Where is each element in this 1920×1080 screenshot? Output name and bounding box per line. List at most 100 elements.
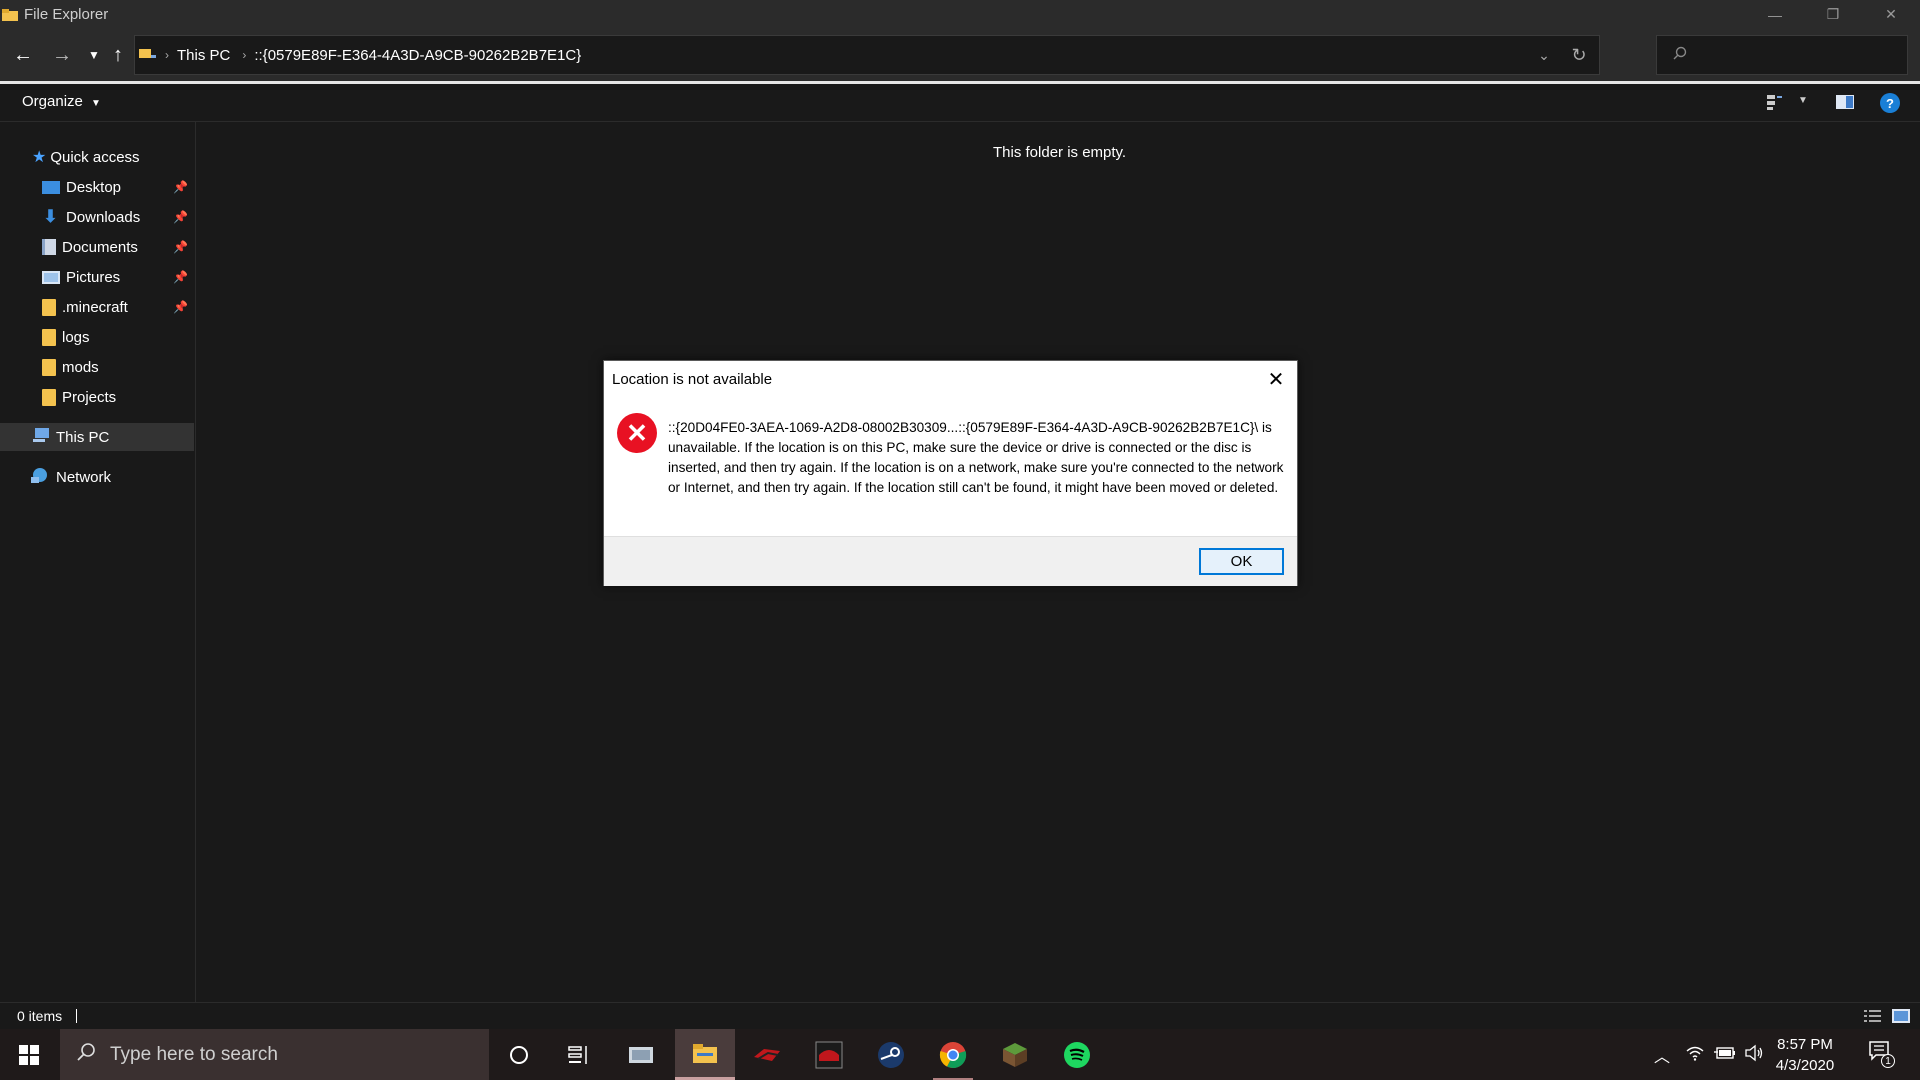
close-button[interactable]: ✕	[1862, 0, 1920, 29]
network-icon	[30, 466, 50, 488]
navigation-pane: ★ Quick access Desktop 📌 ⬇ Downloads 📌 D…	[0, 122, 196, 1002]
nav-item-label: Projects	[62, 388, 117, 406]
search-box[interactable]	[1656, 35, 1908, 75]
back-arrow-icon[interactable]: ←	[9, 41, 37, 69]
breadcrumb-separator-icon: ›	[242, 48, 247, 62]
breadcrumb-this-pc[interactable]: This PC	[177, 47, 230, 64]
view-options-icon[interactable]	[1766, 93, 1784, 116]
nav-item-downloads[interactable]: ⬇ Downloads 📌	[0, 203, 194, 231]
battery-icon[interactable]	[1714, 1046, 1736, 1065]
file-explorer-icon	[2, 8, 20, 22]
star-icon: ★	[32, 149, 47, 166]
minimize-button[interactable]: —	[1746, 0, 1804, 29]
minecraft-icon[interactable]	[985, 1029, 1045, 1080]
maximize-button[interactable]: ❐	[1804, 0, 1862, 29]
title-bar: File Explorer — ❐ ✕	[0, 0, 1920, 29]
chrome-icon[interactable]	[923, 1029, 983, 1080]
nav-item-label: Pictures	[66, 268, 121, 286]
item-count: 0 items	[17, 1008, 63, 1024]
nav-item-label: logs	[62, 328, 90, 346]
status-bar: 0 items	[0, 1002, 1920, 1029]
computer-icon	[32, 427, 50, 447]
forward-arrow-icon[interactable]: →	[48, 41, 76, 69]
nav-network-label: Network	[56, 468, 112, 486]
start-button[interactable]	[0, 1029, 58, 1080]
racing-game-icon[interactable]	[799, 1029, 859, 1080]
location-icon	[139, 46, 157, 64]
error-dialog: Location is not available ✕ ✕ ::{20D04FE…	[603, 360, 1298, 586]
documents-icon	[42, 239, 56, 255]
nav-item-label: Documents	[62, 238, 138, 256]
action-center-icon[interactable]: 1	[1868, 1040, 1895, 1068]
steam-icon[interactable]	[861, 1029, 921, 1080]
clock-date: 4/3/2020	[1775, 1057, 1835, 1074]
taskbar-search-box[interactable]: Type here to search	[60, 1029, 489, 1080]
nav-item-logs[interactable]: logs	[0, 323, 194, 351]
show-hidden-icons-chevron-icon[interactable]: ︿	[1654, 1043, 1670, 1067]
search-icon	[1673, 46, 1687, 65]
nav-item-mods[interactable]: mods	[0, 353, 194, 381]
nav-item-pictures[interactable]: Pictures 📌	[0, 263, 194, 291]
nav-item-desktop[interactable]: Desktop 📌	[0, 173, 194, 201]
organize-label: Organize	[22, 93, 83, 110]
nav-quick-access[interactable]: ★ Quick access	[0, 143, 194, 171]
dialog-message: ::{20D04FE0-3AEA-1069-A2D8-08002B30309..…	[668, 420, 1284, 495]
error-icon: ✕	[617, 413, 657, 453]
nav-item-documents[interactable]: Documents 📌	[0, 233, 194, 261]
nav-item-label: mods	[62, 358, 99, 376]
help-icon[interactable]: ?	[1880, 93, 1900, 113]
notification-badge: 1	[1881, 1054, 1895, 1068]
nav-quick-access-label: Quick access	[50, 148, 140, 166]
status-divider	[76, 1009, 77, 1023]
wifi-icon[interactable]	[1686, 1045, 1704, 1066]
pin-icon: 📌	[173, 210, 188, 224]
nav-network[interactable]: Network	[0, 463, 194, 491]
nav-item-projects[interactable]: Projects	[0, 383, 194, 411]
large-icons-view-icon[interactable]	[1892, 1009, 1910, 1028]
dialog-title: Location is not available	[612, 371, 773, 388]
refresh-icon[interactable]: ↻	[1559, 45, 1599, 66]
address-history-chevron-icon[interactable]: ⌄	[1529, 47, 1559, 64]
pin-icon: 📌	[173, 300, 188, 314]
chevron-down-icon: ▼	[91, 98, 101, 109]
view-options-chevron-icon[interactable]: ▼	[1798, 95, 1808, 106]
file-explorer-taskbar-icon[interactable]	[675, 1029, 735, 1080]
download-arrow-icon: ⬇	[43, 207, 58, 226]
folder-icon	[42, 328, 56, 346]
dialog-close-icon[interactable]: ✕	[1265, 368, 1287, 391]
pin-icon: 📌	[173, 180, 188, 194]
taskbar-search-placeholder: Type here to search	[110, 1043, 278, 1065]
windows-logo-icon	[19, 1044, 39, 1065]
clock-time: 8:57 PM	[1777, 1036, 1833, 1053]
preview-pane-icon[interactable]	[1836, 95, 1854, 114]
up-arrow-icon[interactable]: ↑	[104, 41, 132, 69]
details-view-icon[interactable]	[1864, 1009, 1882, 1028]
nav-item-label: Downloads	[66, 208, 141, 226]
ok-button[interactable]: OK	[1199, 548, 1284, 575]
command-bar: Organize ▼ ▼ ?	[0, 84, 1920, 122]
desktop-icon	[42, 180, 60, 194]
task-view-icon[interactable]	[549, 1029, 609, 1080]
volume-icon[interactable]	[1744, 1044, 1764, 1067]
spotify-icon[interactable]	[1047, 1029, 1107, 1080]
pin-icon: 📌	[173, 270, 188, 284]
clock[interactable]: 8:57 PM 4/3/2020	[1770, 1034, 1840, 1076]
folder-icon	[42, 298, 56, 316]
taskbar: Type here to search ︿ 8:57 PM 4/3/2020 1	[0, 1029, 1920, 1080]
desktop: File Explorer — ❐ ✕ ← → ▼ ↑ › This PC › …	[0, 0, 1920, 1080]
breadcrumb-separator-icon: ›	[165, 48, 169, 62]
address-bar[interactable]: › This PC › ::{0579E89F-E364-4A3D-A9CB-9…	[134, 35, 1600, 75]
window-title: File Explorer	[24, 6, 109, 23]
nav-item-label: Desktop	[66, 178, 122, 196]
cortana-icon[interactable]	[489, 1029, 549, 1080]
breadcrumb-current-folder[interactable]: ::{0579E89F-E364-4A3D-A9CB-90262B2B7E1C}	[254, 47, 581, 64]
nav-this-pc-label: This PC	[56, 428, 110, 446]
nav-item-minecraft[interactable]: .minecraft 📌	[0, 293, 194, 321]
game-launcher-icon[interactable]	[737, 1029, 797, 1080]
search-icon	[76, 1042, 96, 1067]
nav-this-pc[interactable]: This PC	[0, 423, 194, 451]
organize-menu[interactable]: Organize ▼	[22, 93, 101, 110]
empty-folder-message: This folder is empty.	[993, 144, 1127, 161]
dialog-footer: OK	[604, 536, 1297, 586]
photos-app-icon[interactable]	[611, 1029, 671, 1080]
